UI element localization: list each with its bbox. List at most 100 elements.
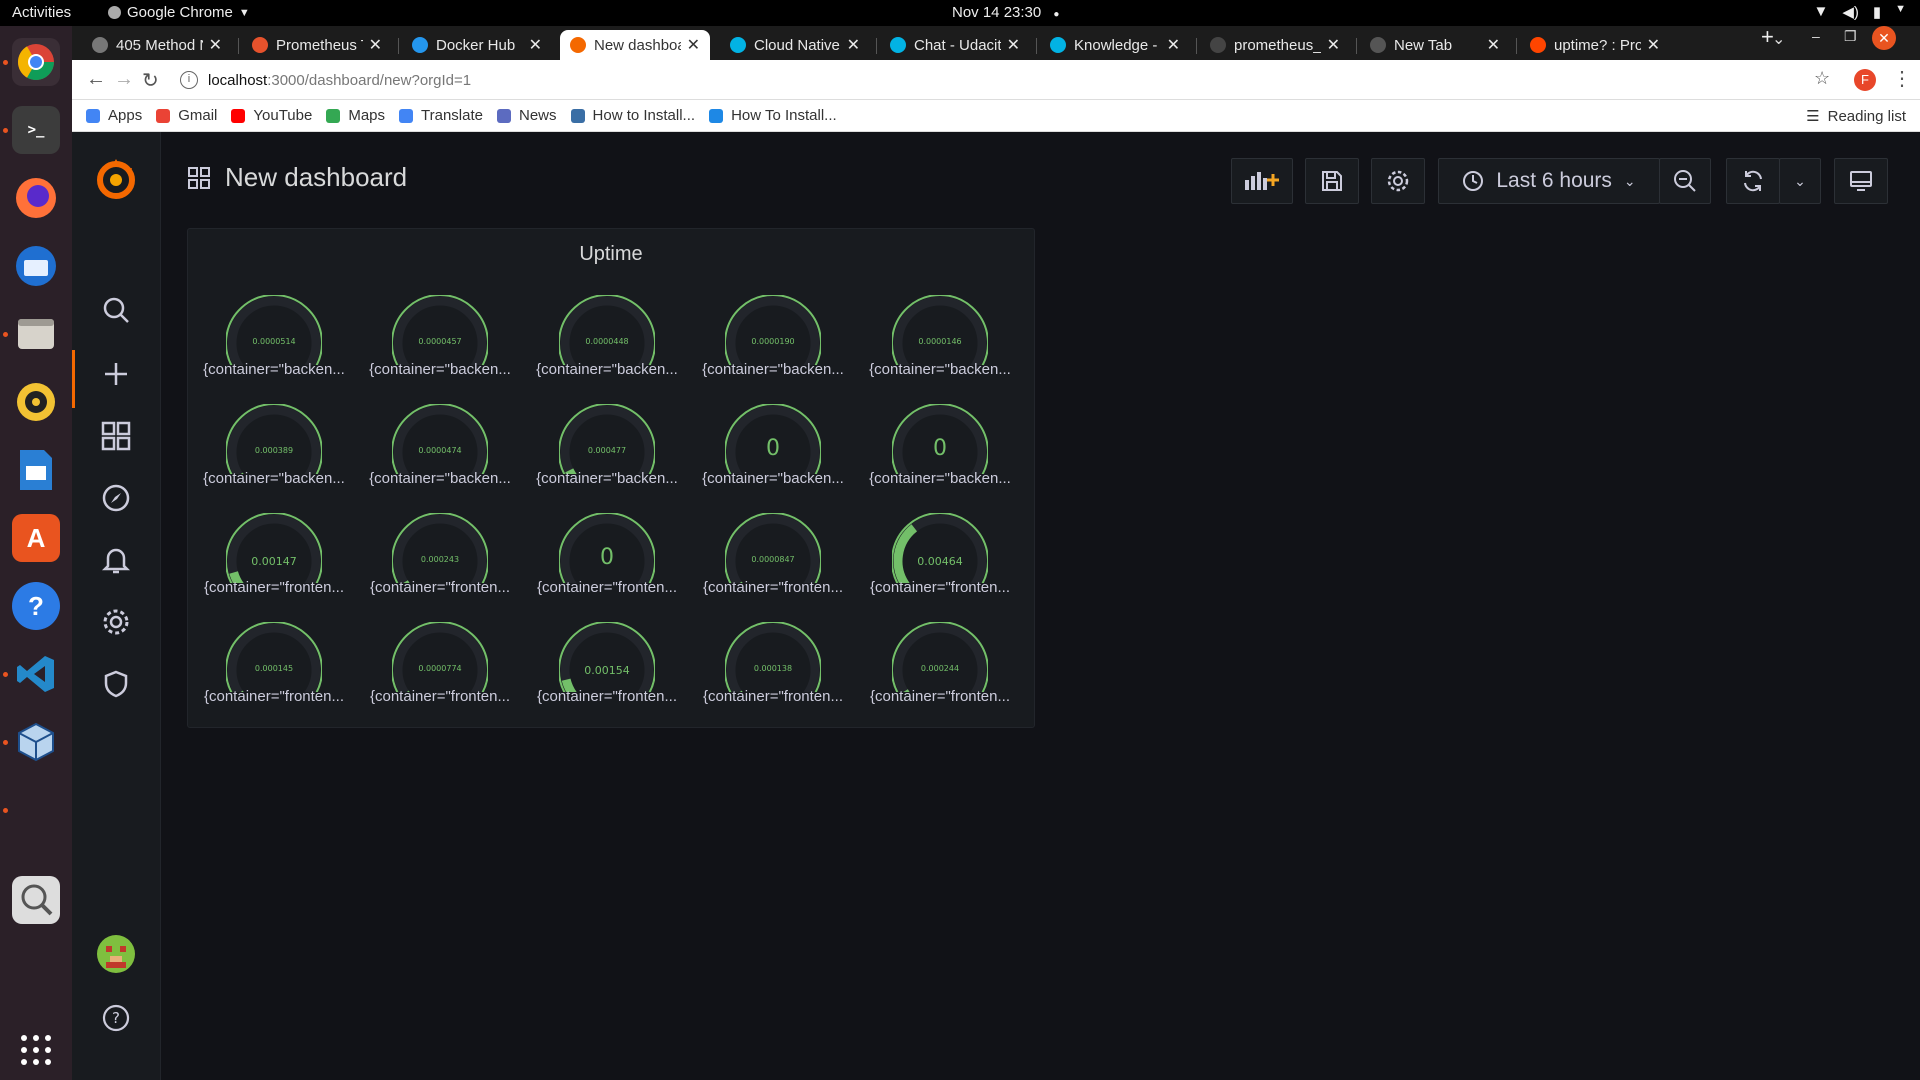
close-window-icon[interactable]: ✕ xyxy=(1872,26,1896,50)
tab[interactable]: Chat - Udacity ✕ xyxy=(880,30,1030,60)
configuration-gear-icon[interactable] xyxy=(96,602,136,642)
maps-icon xyxy=(326,108,341,123)
tv-mode-button[interactable] xyxy=(1834,158,1888,204)
panel-title[interactable]: Uptime xyxy=(188,243,1034,266)
gauge: 0.0000514 {container="backen... xyxy=(194,295,354,395)
tab-search-icon[interactable]: ⌄ xyxy=(1772,29,1785,49)
save-dashboard-button[interactable] xyxy=(1305,158,1359,204)
add-panel-button[interactable] xyxy=(1231,158,1293,204)
reading-list-button[interactable]: ☰ Reading list xyxy=(1806,107,1906,126)
clock[interactable]: Nov 14 23:30 ● xyxy=(952,4,1059,21)
restore-icon[interactable]: ❐ xyxy=(1844,28,1857,45)
time-range-picker[interactable]: Last 6 hours ⌄ xyxy=(1438,158,1660,204)
tab-divider xyxy=(1356,38,1357,54)
virtualbox-dock-icon[interactable] xyxy=(12,718,60,766)
tab[interactable]: New Tab ✕ xyxy=(1360,30,1510,60)
bookmark-youtube[interactable]: YouTube xyxy=(231,107,312,124)
rhythmbox-dock-icon[interactable] xyxy=(12,378,60,426)
thunderbird-dock-icon[interactable] xyxy=(12,242,60,290)
show-applications-icon[interactable] xyxy=(12,1026,60,1074)
gauge-dial xyxy=(226,513,322,583)
help-dock-icon[interactable]: ? xyxy=(12,582,60,630)
server-admin-shield-icon[interactable] xyxy=(96,664,136,704)
dashboard-settings-button[interactable] xyxy=(1371,158,1425,204)
tab[interactable]: prometheus_ ✕ xyxy=(1200,30,1350,60)
tab[interactable]: uptime? : Pro ✕ xyxy=(1520,30,1670,60)
system-menu-chevron-icon: ▼ xyxy=(1895,3,1906,15)
screenshot-dock-icon[interactable] xyxy=(12,876,60,924)
dashboards-grid-icon[interactable] xyxy=(96,416,136,456)
close-tab-icon[interactable]: ✕ xyxy=(369,35,382,55)
bookmark-news[interactable]: News xyxy=(497,107,557,124)
reload-icon[interactable]: ↻ xyxy=(142,68,159,93)
chrome-menu-icon[interactable]: ⋮ xyxy=(1892,66,1912,91)
close-tab-icon[interactable]: ✕ xyxy=(209,35,222,55)
system-tray[interactable]: ▼ ◀) ▮ ▼ xyxy=(1813,3,1906,21)
terminal-dock-icon[interactable]: >_ xyxy=(12,106,60,154)
close-tab-icon[interactable]: ✕ xyxy=(687,35,700,55)
dashboard-title[interactable]: New dashboard xyxy=(225,162,407,193)
firefox-dock-icon[interactable] xyxy=(12,174,60,222)
help-icon[interactable]: ? xyxy=(96,998,136,1038)
search-icon[interactable] xyxy=(96,290,136,330)
bookmark-gmail[interactable]: Gmail xyxy=(156,107,217,124)
writer-dock-icon[interactable] xyxy=(12,446,60,494)
bookmark-maps[interactable]: Maps xyxy=(326,107,385,124)
close-tab-icon[interactable]: ✕ xyxy=(1327,35,1340,55)
tab-divider xyxy=(1036,38,1037,54)
gauge-label: {container="backen... xyxy=(369,361,511,378)
tab[interactable]: Cloud Native / ✕ xyxy=(720,30,870,60)
user-avatar[interactable] xyxy=(96,934,136,974)
gauge-value: 0 xyxy=(766,436,780,461)
app-menu[interactable]: Google Chrome ▼ xyxy=(108,4,250,21)
zoom-out-button[interactable] xyxy=(1659,158,1711,204)
explore-compass-icon[interactable] xyxy=(96,478,136,518)
bookmark-apps[interactable]: Apps xyxy=(86,107,142,124)
software-center-dock-icon[interactable]: A xyxy=(12,514,60,562)
tab[interactable]: Prometheus T ✕ xyxy=(242,30,392,60)
app-name: Google Chrome xyxy=(127,4,233,21)
activities-button[interactable]: Activities xyxy=(12,4,71,21)
refresh-icon xyxy=(1744,170,1762,192)
address-bar[interactable]: i localhost:3000/dashboard/new?orgId=1 xyxy=(180,65,1840,95)
forward-icon[interactable]: → xyxy=(114,68,134,91)
uptime-panel[interactable]: Uptime 0.0000514 {container="backen... 0.0… xyxy=(187,228,1035,728)
site-info-icon[interactable]: i xyxy=(180,71,198,89)
tab[interactable]: 405 Method N ✕ xyxy=(82,30,232,60)
files-dock-icon[interactable] xyxy=(12,310,60,358)
alerting-bell-icon[interactable] xyxy=(96,540,136,580)
tab-title: Knowledge - U xyxy=(1074,36,1161,54)
tab[interactable]: Knowledge - U ✕ xyxy=(1040,30,1190,60)
minimize-icon[interactable]: – xyxy=(1812,28,1820,44)
refresh-button[interactable] xyxy=(1726,158,1780,204)
chevron-down-icon: ▼ xyxy=(238,6,250,19)
gauge-label: {container="backen... xyxy=(869,361,1011,378)
gauge-value: 0.0000514 xyxy=(252,337,296,346)
profile-avatar[interactable]: F xyxy=(1854,69,1876,91)
gauge: 0.0000847 {container="fronten... xyxy=(693,513,853,613)
tab-active[interactable]: New dashboa ✕ xyxy=(560,30,710,60)
close-tab-icon[interactable]: ✕ xyxy=(1647,35,1660,55)
vscode-dock-icon[interactable] xyxy=(12,650,60,698)
gauge-label: {container="fronten... xyxy=(369,579,510,596)
close-tab-icon[interactable]: ✕ xyxy=(1167,35,1180,55)
close-tab-icon[interactable]: ✕ xyxy=(1487,35,1500,55)
reading-list-label: Reading list xyxy=(1827,107,1906,125)
add-panel-icon xyxy=(1245,172,1279,190)
bookmark-label: News xyxy=(519,107,557,124)
bookmark-translate[interactable]: Translate xyxy=(399,107,483,124)
chrome-dock-icon[interactable] xyxy=(12,38,60,86)
bookmark-star-icon[interactable]: ☆ xyxy=(1814,68,1830,89)
close-tab-icon[interactable]: ✕ xyxy=(529,35,542,55)
back-icon[interactable]: ← xyxy=(86,68,106,91)
close-tab-icon[interactable]: ✕ xyxy=(1007,35,1020,55)
refresh-interval-dropdown[interactable]: ⌄ xyxy=(1779,158,1821,204)
tab[interactable]: Docker Hub ✕ xyxy=(402,30,552,60)
bookmark-how-to-install-2[interactable]: How To Install... xyxy=(709,107,837,124)
create-plus-icon[interactable] xyxy=(96,354,136,394)
bookmark-how-to-install-1[interactable]: How to Install... xyxy=(570,107,695,124)
close-tab-icon[interactable]: ✕ xyxy=(847,35,860,55)
grafana-logo-icon[interactable] xyxy=(92,154,140,202)
gauge-track xyxy=(893,296,987,365)
gauge-value: 0 xyxy=(600,545,614,570)
